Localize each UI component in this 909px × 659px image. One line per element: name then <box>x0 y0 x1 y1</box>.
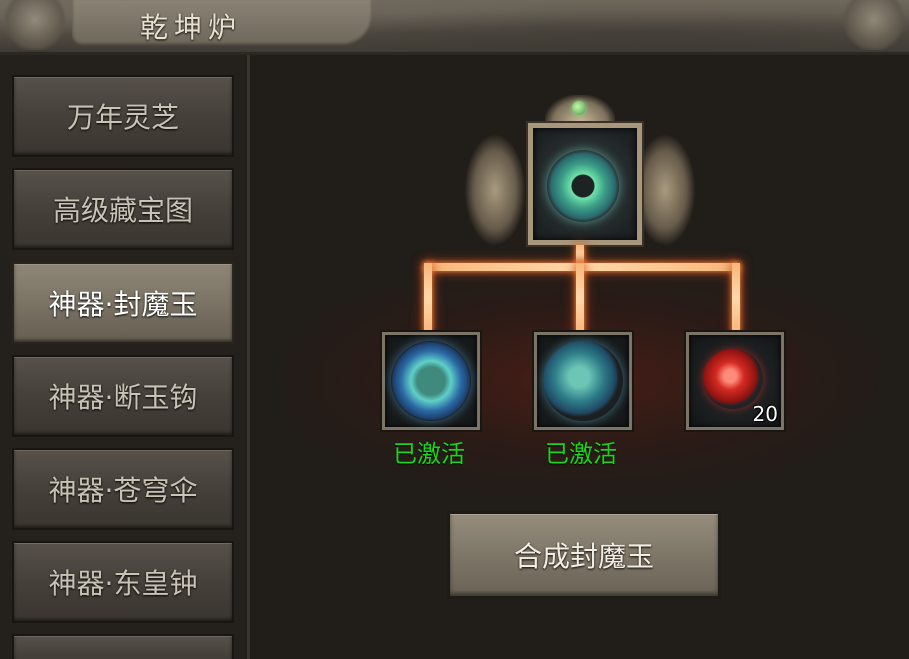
menu-item-label: 神器·东皇钟 <box>48 567 198 600</box>
ornament-gem-icon <box>572 101 586 115</box>
result-item-slot[interactable] <box>526 121 644 247</box>
menu-item-label: 神器·断玉钩 <box>48 381 198 414</box>
material-count: 20 <box>752 402 778 426</box>
cloud-jade-orb-icon <box>543 341 623 421</box>
result-item-frame <box>465 95 695 270</box>
menu-item-fengmo-jade[interactable]: 神器·封魔玉 <box>12 262 234 344</box>
menu-item-label: 神器·苍穹伞 <box>48 474 198 507</box>
menu-item-wannian-lingzhi[interactable]: 万年灵芝 <box>12 75 234 157</box>
qiankun-furnace-window: 乾坤炉 万年灵芝 高级藏宝图 神器·封魔玉 神器·断玉钩 神器·苍穹伞 神器·东… <box>0 0 909 659</box>
red-spiral-stone-icon <box>703 349 763 409</box>
material-status-1: 已激活 <box>393 440 465 468</box>
blue-jade-orb-icon <box>391 341 471 421</box>
jade-disc-icon <box>547 150 619 222</box>
menu-item-label: 高级藏宝图 <box>52 194 193 227</box>
window-title: 乾坤炉 <box>140 11 243 44</box>
ornament-wing-left <box>465 135 525 245</box>
menu-item-partial[interactable] <box>12 634 234 659</box>
recipe-menu: 万年灵芝 高级藏宝图 神器·封魔玉 神器·断玉钩 神器·苍穹伞 神器·东皇钟 <box>0 55 250 659</box>
connector-middle <box>576 263 584 333</box>
menu-item-label: 神器·封魔玉 <box>48 288 198 321</box>
corner-ornament-left <box>0 0 70 50</box>
ornament-wing-right <box>635 135 695 245</box>
material-slot-3[interactable]: 20 <box>684 330 786 432</box>
title-bar: 乾坤炉 <box>0 0 909 55</box>
menu-item-donghuang-bell[interactable]: 神器·东皇钟 <box>12 541 234 623</box>
menu-item-label: 万年灵芝 <box>66 101 179 134</box>
connector-right <box>732 263 740 333</box>
material-slot-1[interactable] <box>380 330 482 432</box>
craft-button[interactable]: 合成封魔玉 <box>447 511 721 599</box>
material-status-2: 已激活 <box>545 440 617 468</box>
material-slot-2[interactable] <box>532 330 634 432</box>
recipe-panel: 20 已激活 已激活 合成封魔玉 <box>250 55 909 659</box>
connector-left <box>424 263 432 333</box>
corner-ornament-right <box>839 0 909 50</box>
menu-item-duanyu-hook[interactable]: 神器·断玉钩 <box>12 355 234 437</box>
menu-item-cangqiong-umbrella[interactable]: 神器·苍穹伞 <box>12 448 234 530</box>
craft-button-label: 合成封魔玉 <box>513 540 654 573</box>
menu-item-advanced-treasure-map[interactable]: 高级藏宝图 <box>12 168 234 250</box>
